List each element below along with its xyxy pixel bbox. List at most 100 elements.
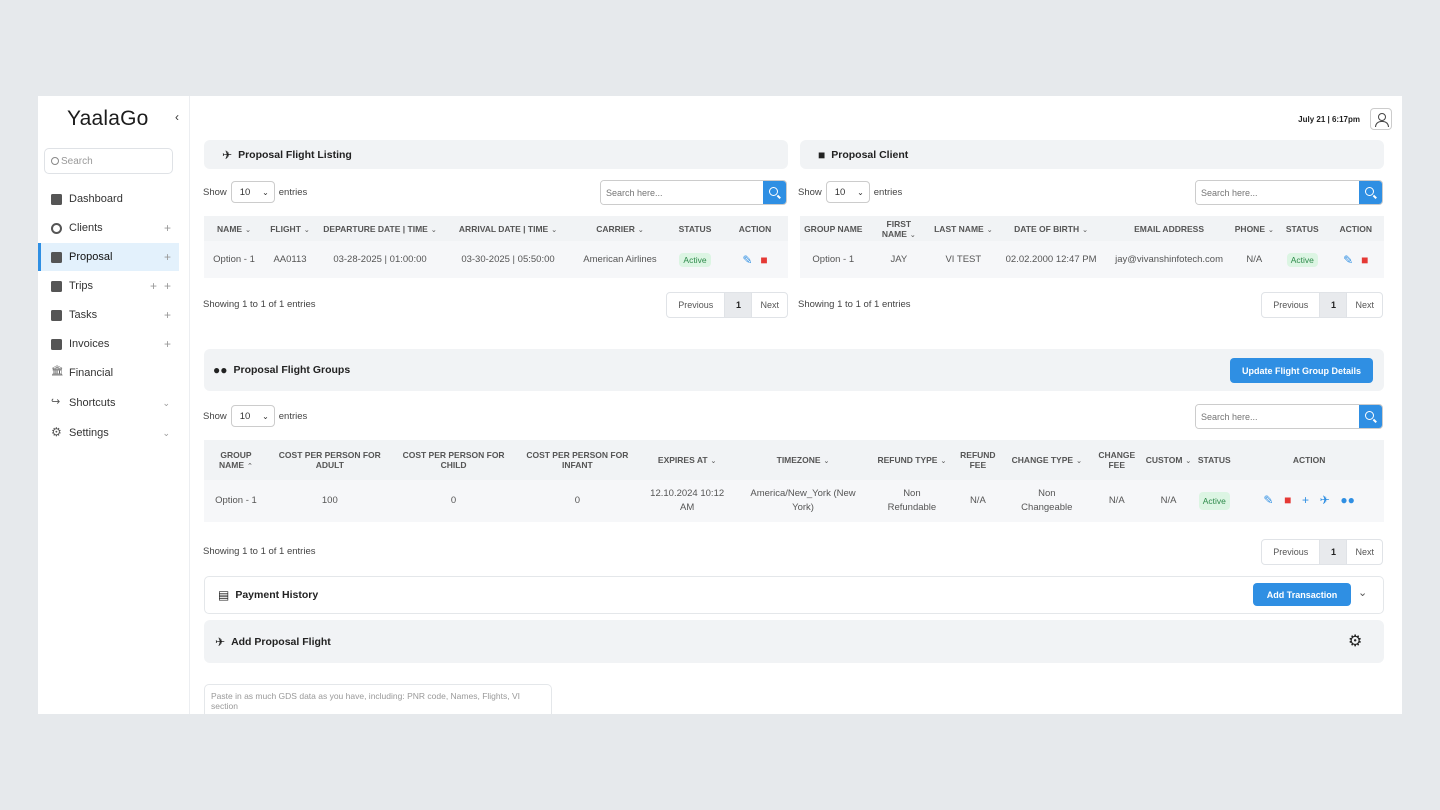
col-change-fee[interactable]: CHANGE FEE [1090, 440, 1143, 480]
next-button[interactable]: Next [752, 293, 787, 317]
col-refund-type[interactable]: REFUND TYPE ⌄ [870, 440, 953, 480]
col-group-name[interactable]: GROUP NAME ⌃ [204, 440, 268, 480]
sidebar-item-tasks[interactable]: Tasks + [38, 301, 179, 329]
add-task-icon[interactable]: + [164, 308, 171, 322]
page-1-button[interactable]: 1 [1319, 293, 1348, 317]
update-flight-group-button[interactable]: Update Flight Group Details [1230, 358, 1373, 383]
sidebar-item-proposal[interactable]: Proposal + [38, 243, 179, 271]
sidebar-item-trips[interactable]: Trips + + [38, 272, 179, 300]
sidebar-item-clients[interactable]: Clients + [38, 214, 179, 242]
gds-data-textarea[interactable]: Paste in as much GDS data as you have, i… [204, 684, 552, 714]
flight-listing-pagination: Previous 1 Next [666, 292, 788, 318]
col-email[interactable]: EMAIL ADDRESS [1106, 216, 1232, 241]
flight-listing-page-size: Show 10 ⌄ entries [203, 181, 307, 203]
gear-icon [51, 425, 62, 439]
add-trip-alt-icon[interactable]: + [164, 279, 171, 293]
flight-listing-header: ✈ Proposal Flight Listing [204, 140, 788, 169]
chevron-down-icon[interactable]: ⌄ [1358, 586, 1367, 599]
flight-groups-page-size: Show 10 ⌄ entries [203, 405, 307, 427]
col-child-cost[interactable]: COST PER PERSON FOR CHILD [391, 440, 516, 480]
client-table: GROUP NAME FIRST NAME ⌄ LAST NAME ⌄ DATE O… [800, 216, 1384, 278]
sidebar-item-shortcuts[interactable]: Shortcuts ⌄ [38, 389, 179, 417]
col-adult-cost[interactable]: COST PER PERSON FOR ADULT [267, 440, 392, 480]
page-size-select[interactable]: 10 ⌄ [230, 181, 275, 203]
flight-groups-search-input[interactable] [1196, 405, 1359, 428]
col-first-name[interactable]: FIRST NAME ⌄ [866, 216, 932, 241]
col-dob[interactable]: DATE OF BIRTH ⌄ [995, 216, 1107, 241]
previous-button[interactable]: Previous [1262, 540, 1319, 564]
next-button[interactable]: Next [1347, 540, 1382, 564]
add-proposal-icon[interactable]: + [164, 250, 171, 264]
search-button[interactable] [763, 181, 786, 204]
gear-icon[interactable]: ⚙ [1348, 631, 1362, 651]
users-icon[interactable]: ●● [1340, 493, 1355, 507]
search-icon [51, 157, 59, 165]
user-profile-icon[interactable] [1370, 108, 1392, 130]
col-change-type[interactable]: CHANGE TYPE ⌄ [1002, 440, 1091, 480]
add-trip-icon[interactable]: + [150, 279, 157, 293]
client-search[interactable] [1195, 180, 1383, 205]
delete-icon[interactable]: ■ [1284, 493, 1291, 507]
col-phone[interactable]: PHONE ⌄ [1231, 216, 1278, 241]
clients-icon [51, 222, 62, 234]
previous-button[interactable]: Previous [667, 293, 724, 317]
page-1-button[interactable]: 1 [1319, 540, 1348, 564]
flight-groups-info: Showing 1 to 1 of 1 entries [203, 546, 316, 557]
sidebar-item-settings[interactable]: Settings ⌄ [38, 419, 179, 447]
delete-icon[interactable]: ■ [1361, 253, 1368, 267]
chevron-down-icon[interactable]: ⌄ [162, 428, 170, 439]
col-last-name[interactable]: LAST NAME ⌄ [931, 216, 996, 241]
sidebar-search-input[interactable]: Search [44, 148, 173, 174]
col-infant-cost[interactable]: COST PER PERSON FOR INFANT [515, 440, 640, 480]
previous-button[interactable]: Previous [1262, 293, 1319, 317]
delete-icon[interactable]: ■ [760, 253, 767, 267]
page-1-button[interactable]: 1 [724, 293, 753, 317]
col-custom[interactable]: CUSTOM ⌄ [1142, 440, 1195, 480]
chevron-down-icon[interactable]: ⌄ [162, 398, 170, 409]
add-client-icon[interactable]: + [164, 221, 171, 235]
sidebar-item-invoices[interactable]: Invoices + [38, 330, 179, 358]
tasks-icon [51, 309, 62, 321]
col-departure[interactable]: DEPARTURE DATE | TIME ⌄ [316, 216, 444, 241]
payment-history-panel[interactable]: ▤ Payment History [204, 576, 1384, 614]
airplane-icon[interactable]: ✈ [1320, 493, 1330, 507]
add-transaction-button[interactable]: Add Transaction [1253, 583, 1351, 606]
col-carrier[interactable]: CARRIER ⌄ [572, 216, 668, 241]
table-row: Option - 1 AA0113 03-28-2025 | 01:00:00 … [204, 241, 788, 278]
search-button[interactable] [1359, 181, 1382, 204]
app-logo: YaalaGo [67, 107, 149, 130]
page-size-select[interactable]: 10 ⌄ [230, 405, 275, 427]
dashboard-icon [51, 193, 62, 205]
plus-icon[interactable]: + [1302, 493, 1309, 507]
client-pagination: Previous 1 Next [1261, 292, 1383, 318]
col-timezone[interactable]: TIMEZONE ⌄ [735, 440, 871, 480]
status-badge: Active [679, 252, 711, 267]
flight-groups-search[interactable] [1195, 404, 1383, 429]
edit-icon[interactable]: ✎ [742, 253, 752, 267]
col-expires[interactable]: EXPIRES AT ⌄ [639, 440, 736, 480]
collapse-sidebar-icon[interactable]: ‹ [175, 110, 179, 124]
flight-listing-search[interactable] [600, 180, 787, 205]
add-invoice-icon[interactable]: + [164, 337, 171, 351]
col-arrival[interactable]: ARRIVAL DATE | TIME ⌄ [444, 216, 572, 241]
app-window: YaalaGo ‹ Search Dashboard Clients + Pro… [38, 96, 1402, 714]
edit-icon[interactable]: ✎ [1263, 493, 1273, 507]
col-group-name[interactable]: GROUP NAME [800, 216, 867, 241]
col-refund-fee[interactable]: REFUND FEE [952, 440, 1003, 480]
sidebar-item-financial[interactable]: Financial [38, 359, 179, 387]
client-search-input[interactable] [1196, 181, 1359, 204]
client-header: ■ Proposal Client [800, 140, 1384, 169]
table-row: Option - 1 JAY VI TEST 02.02.2000 12:47 … [800, 241, 1384, 278]
next-button[interactable]: Next [1347, 293, 1382, 317]
airplane-icon: ✈ [222, 147, 233, 162]
col-status: STATUS [1277, 216, 1328, 241]
flight-listing-search-input[interactable] [601, 181, 763, 204]
edit-icon[interactable]: ✎ [1343, 253, 1353, 267]
proposal-icon [51, 251, 62, 263]
col-name[interactable]: NAME ⌄ [204, 216, 264, 241]
col-flight[interactable]: FLIGHT ⌄ [264, 216, 316, 241]
sidebar-item-dashboard[interactable]: Dashboard [38, 185, 179, 213]
invoices-icon [51, 338, 62, 350]
search-button[interactable] [1359, 405, 1382, 428]
page-size-select[interactable]: 10 ⌄ [825, 181, 870, 203]
